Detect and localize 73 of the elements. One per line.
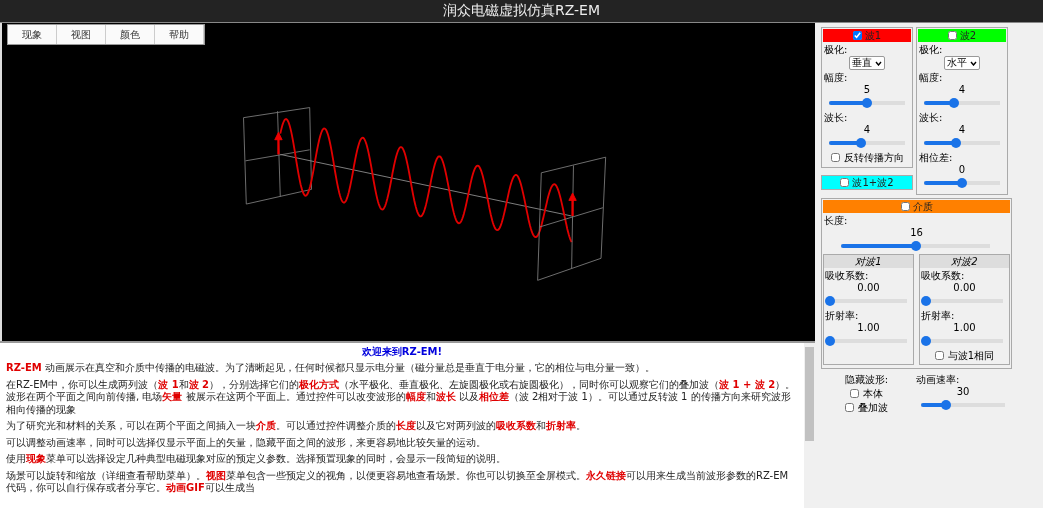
slider-thumb[interactable] (825, 336, 835, 346)
header-label: 波1+波2 (852, 175, 894, 190)
slider-thumb[interactable] (921, 296, 931, 306)
value-readout: 4 (862, 124, 872, 136)
intro-paragraph: 在RZ-EM中，你可以生成两列波（波 1和波 2），分别选择它们的极化方式（水平极化、垂直极化、左旋圆极化或右旋圆极化），同时你可以观察它们的叠加波（波 1 + 波 2）。波形在两个平面之间向前传播, 电场矢量 被展示在这两个平面上。通过控件可以改变波形的幅度和波长 以及相位差（波 2相对于波 1）。可以通过反转波 1 的传播方向来研究波形相向传播的现象 (6, 378, 797, 416)
caret-icon (970, 60, 977, 66)
field-label: 折射率: (824, 309, 860, 322)
checkbox-label: 本体 (862, 387, 883, 400)
header-label: 介质 (912, 199, 933, 214)
field-label: 幅度: (823, 71, 849, 84)
value-readout: 1.00 (952, 322, 977, 334)
checkbox[interactable] (830, 153, 840, 162)
field-label: 隐藏波形: (843, 373, 889, 386)
panel-header[interactable]: 波1 (823, 29, 911, 42)
slider-thumb[interactable] (941, 400, 952, 410)
intro-paragraph: RZ-EM 动画展示在真空和介质中传播的电磁波。为了清晰起见，任何时候都只显示电分量（磁分量总是垂直于电分量，它的相位与电分量一致）。 (6, 362, 656, 375)
slider-thumb[interactable] (825, 296, 835, 306)
checkbox-label: 反转传播方向 (843, 151, 904, 164)
intro-paragraph: 为了研究光和材料的关系，可以在两个平面之间插入一块介质。可以通过控件调整介质的长度以及它对两列波的吸收系数和折射率。 (6, 420, 587, 433)
checkbox-label: 叠加波 (857, 401, 888, 414)
intro-paragraph: 场景可以旋转和缩放（详细查看帮助菜单）。视图菜单包含一些预定义的视角，以便更容易地查看场景。你也可以切换至全屏模式。永久链接可以用来生成当前波形参数的RZ-EM代码，你可以自行保存或者分享它。动画GIF可以生成当 (6, 469, 790, 495)
slider-thumb[interactable] (949, 98, 960, 108)
intro-paragraph: 使用现象菜单可以选择设定几种典型电磁现象对应的预定义参数。选择预置现象的同时，会显示一段简短的说明。 (6, 453, 507, 466)
slider-thumb[interactable] (855, 138, 866, 148)
field-label: 折射率: (920, 309, 956, 322)
field-label: 极化: (823, 43, 849, 56)
header-label: 波1 (864, 28, 882, 43)
sub-panel-header: 对波2 (920, 255, 1009, 268)
value-readout: 1.00 (856, 322, 881, 334)
value-readout: 16 (909, 227, 924, 239)
checkbox[interactable] (849, 389, 859, 398)
slider-thumb[interactable] (862, 98, 872, 108)
value-readout: 4 (957, 84, 967, 96)
slider-thumb[interactable] (950, 138, 961, 148)
value-readout: 30 (955, 386, 971, 398)
panel-header[interactable]: 波1+波2 (821, 175, 913, 190)
value-readout: 0 (957, 164, 967, 176)
intro-paragraph: 可以调整动画速率，同时可以选择仅显示平面上的矢量，隐藏平面之间的波形，来更容易地比较矢量的运动。 (6, 436, 487, 449)
scrollbar[interactable] (804, 343, 815, 508)
field-label: 长度: (823, 214, 849, 227)
panel-header[interactable]: 介质 (823, 200, 1010, 213)
value-readout: 0.00 (856, 282, 881, 294)
value-readout: 5 (862, 84, 872, 96)
dropdown[interactable]: 水平 (944, 56, 980, 70)
value-readout: 4 (957, 124, 967, 136)
caret-icon (875, 60, 882, 66)
field-label: 幅度: (918, 71, 944, 84)
field-label: 吸收系数: (920, 269, 966, 282)
header-label: 波2 (959, 28, 977, 43)
checkbox[interactable] (947, 31, 957, 40)
panel-header[interactable]: 波2 (918, 29, 1006, 42)
welcome-heading: 欢迎来到RZ-EM! (360, 345, 444, 358)
field-label: 吸收系数: (824, 269, 870, 282)
value-readout: 0.00 (952, 282, 977, 294)
field-label: 动画速率: (915, 373, 961, 386)
window-title: 润众电磁虚拟仿真RZ-EM (442, 2, 601, 20)
checkbox[interactable] (844, 403, 854, 412)
checkbox[interactable] (840, 178, 850, 187)
field-arrow (274, 131, 283, 155)
slider-thumb[interactable] (957, 178, 967, 188)
field-label: 极化: (918, 43, 944, 56)
field-arrow (568, 192, 577, 216)
field-label: 波长: (823, 111, 849, 124)
sub-panel-header: 对波1 (824, 255, 913, 268)
checkbox[interactable] (900, 202, 910, 211)
field-label: 波长: (918, 111, 944, 124)
checkbox-label: 与波1相同 (947, 349, 995, 362)
checkbox[interactable] (852, 31, 862, 40)
field-label: 相位差: (918, 151, 954, 164)
slider-thumb[interactable] (921, 336, 931, 346)
checkbox[interactable] (934, 351, 944, 360)
slider-thumb[interactable] (910, 241, 921, 251)
dropdown[interactable]: 垂直 (849, 56, 885, 70)
